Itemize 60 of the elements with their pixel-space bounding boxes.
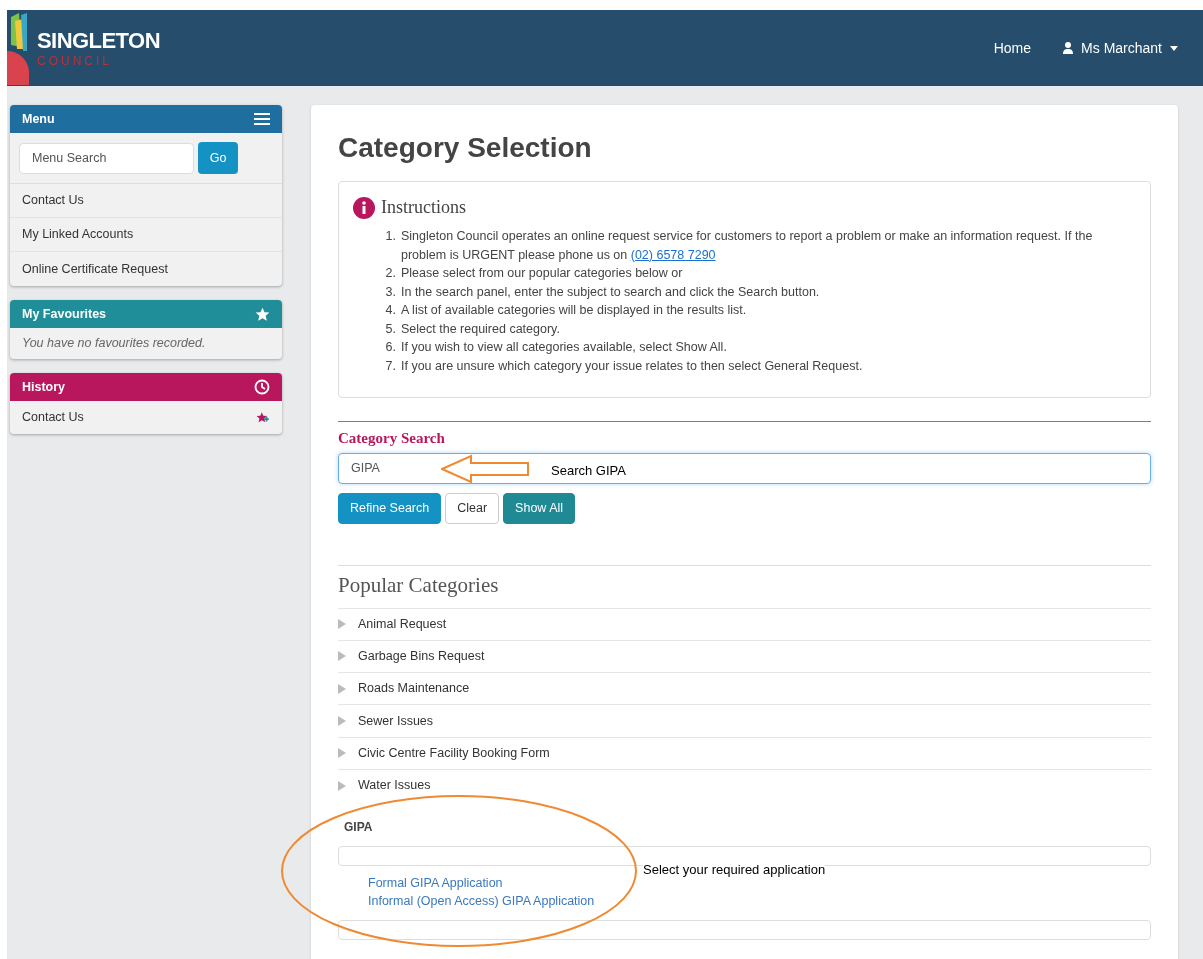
instructions-title: Instructions bbox=[381, 196, 466, 219]
panel-title: Menu bbox=[22, 110, 55, 128]
empty-message: You have no favourites recorded. bbox=[21, 335, 207, 353]
user-menu[interactable]: Ms Marchant bbox=[1063, 37, 1178, 59]
info-icon bbox=[353, 196, 375, 219]
category-item[interactable]: Civic Centre Facility Booking Form bbox=[338, 736, 1151, 769]
star-icon bbox=[255, 306, 270, 322]
expand-icon bbox=[338, 780, 346, 791]
section-title: Popular Categories bbox=[338, 571, 500, 598]
search-action-button[interactable]: Clear bbox=[445, 492, 500, 524]
logo-subtitle: COUNCIL bbox=[37, 54, 113, 67]
expand-icon bbox=[338, 748, 346, 759]
category-item[interactable]: Sewer Issues bbox=[338, 704, 1151, 737]
phone-link[interactable]: (02) 6578 7290 bbox=[630, 247, 716, 262]
search-action-button[interactable]: Show All bbox=[503, 492, 576, 524]
list-number: 5. bbox=[384, 320, 397, 338]
home-link[interactable]: Home bbox=[993, 37, 1032, 59]
category-item[interactable]: Animal Request bbox=[338, 607, 1151, 640]
menu-item[interactable]: Contact Us bbox=[10, 184, 282, 218]
application-link[interactable]: Informal (Open Access) GIPA Application bbox=[368, 892, 595, 911]
category-item[interactable]: Water Issues bbox=[338, 769, 1151, 802]
page-title: Category Selection bbox=[338, 131, 593, 165]
expand-icon bbox=[338, 683, 346, 694]
expand-icon bbox=[338, 716, 346, 727]
panel-title: History bbox=[22, 378, 66, 396]
instruction-text: Please select from our popular categories below or bbox=[401, 265, 683, 282]
menu-item[interactable]: My Linked Accounts bbox=[10, 218, 282, 252]
list-number: 2. bbox=[384, 265, 397, 282]
list-number: 6. bbox=[384, 339, 397, 356]
expand-icon bbox=[338, 619, 346, 630]
instruction-text: Singleton Council operates an online request service for customers to report a problem or make an information request. If the problem is URGENT please phone us on (02) 6578 7290 bbox=[401, 228, 1094, 264]
instruction-text: Select the required category. bbox=[401, 320, 560, 338]
category-item[interactable]: Roads Maintenance bbox=[338, 672, 1151, 705]
instruction-text: In the search panel, enter the subject to search and click the Search button. bbox=[401, 283, 820, 301]
menu-item[interactable]: Online Certificate Request bbox=[10, 252, 282, 286]
logo-name: SINGLETON bbox=[37, 29, 160, 52]
user-icon bbox=[1063, 42, 1074, 54]
list-number: 4. bbox=[384, 302, 397, 319]
instruction-text: If you wish to view all categories available, select Show All. bbox=[401, 339, 727, 356]
logo-icon bbox=[7, 11, 29, 85]
go-button[interactable]: Go bbox=[198, 142, 238, 174]
application-link[interactable]: Formal GIPA Application bbox=[368, 874, 503, 893]
search-action-button[interactable]: Refine Search bbox=[338, 492, 442, 524]
instruction-text: A list of available categories will be displayed in the results list. bbox=[401, 302, 747, 319]
expand-icon bbox=[338, 651, 346, 662]
menu-search-field[interactable]: Menu Search bbox=[19, 142, 194, 174]
history-item[interactable]: Contact Us bbox=[22, 408, 84, 427]
caret-icon bbox=[1170, 45, 1178, 51]
results-title: GIPA bbox=[344, 819, 374, 837]
add-favourite-icon[interactable] bbox=[256, 410, 270, 425]
list-number: 1. bbox=[384, 228, 397, 245]
menu-icon[interactable] bbox=[254, 113, 270, 125]
list-number: 7. bbox=[384, 357, 397, 375]
list-number: 3. bbox=[384, 283, 397, 301]
section-title: Category Search bbox=[338, 429, 446, 448]
annotation-note: Search GIPA bbox=[551, 461, 626, 480]
category-item[interactable]: Garbage Bins Request bbox=[338, 639, 1151, 673]
instruction-text: If you are unsure which category your issue relates to then select General Request. bbox=[401, 357, 863, 375]
clock-icon bbox=[254, 379, 270, 395]
panel-title: My Favourites bbox=[22, 305, 107, 323]
